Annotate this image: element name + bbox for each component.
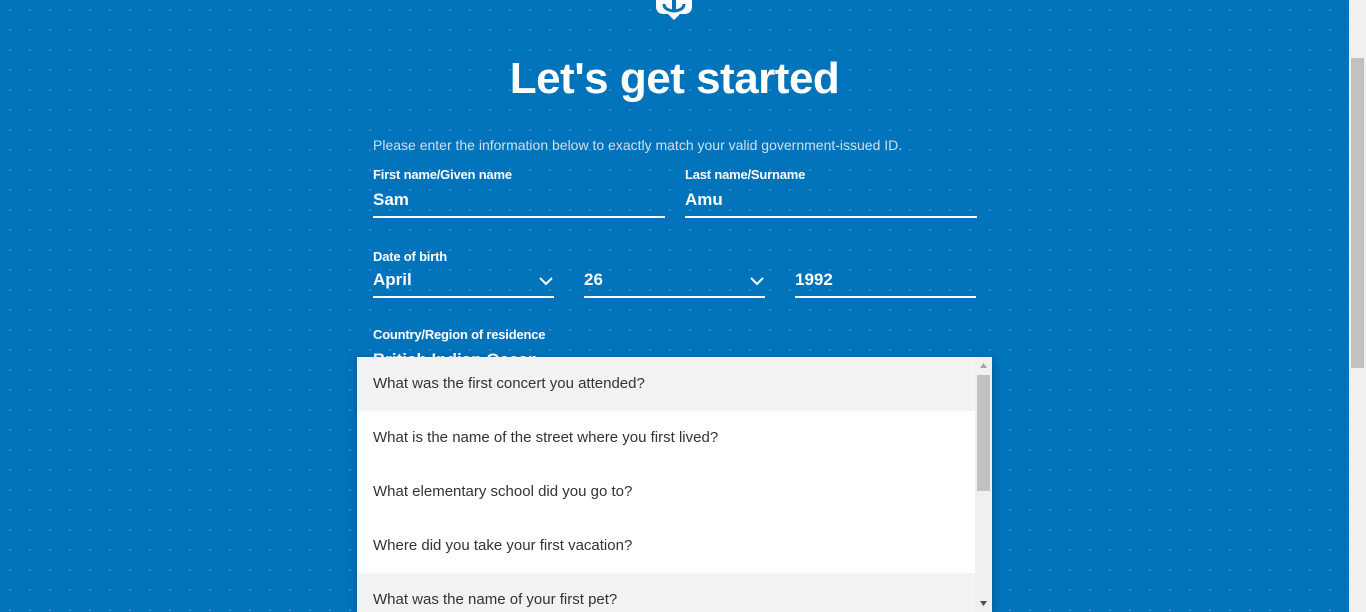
country-label: Country/Region of residence (373, 327, 546, 342)
dropdown-option[interactable]: What elementary school did you go to? (357, 465, 975, 519)
page-scrollbar[interactable] (1349, 0, 1366, 612)
birth-year-field[interactable]: 1992 (795, 267, 976, 298)
first-name-value: Sam (373, 190, 409, 209)
first-name-label: First name/Given name (373, 167, 512, 182)
birth-month-select[interactable]: April (373, 267, 554, 298)
scroll-up-arrow-icon[interactable] (975, 357, 992, 374)
birth-day-value: 26 (584, 270, 603, 289)
page-background: Let's get started Please enter the infor… (0, 0, 1349, 612)
birth-year-value: 1992 (795, 270, 833, 289)
birth-month-value: April (373, 270, 412, 289)
dropdown-option[interactable]: What is the name of the street where you… (357, 411, 975, 465)
dropdown-scrollbar[interactable] (975, 357, 992, 612)
birth-day-select[interactable]: 26 (584, 267, 765, 298)
dropdown-option[interactable]: What was the first concert you attended? (357, 357, 975, 411)
anchor-crown-logo-icon (656, 0, 692, 20)
last-name-label: Last name/Surname (685, 167, 806, 182)
chevron-down-icon (539, 277, 553, 286)
dropdown-option[interactable]: Where did you take your first vacation? (357, 519, 975, 573)
security-question-dropdown[interactable]: What was the first concert you attended?… (357, 357, 992, 612)
page-scroll-thumb[interactable] (1351, 58, 1364, 368)
scroll-down-arrow-icon[interactable] (975, 595, 992, 612)
last-name-value: Amu (685, 190, 723, 209)
dropdown-scroll-thumb[interactable] (977, 375, 990, 491)
last-name-field[interactable]: Amu (685, 187, 977, 218)
page-title: Let's get started (509, 54, 840, 103)
date-of-birth-label: Date of birth (373, 249, 447, 264)
first-name-field[interactable]: Sam (373, 187, 665, 218)
intro-text: Please enter the information below to ex… (373, 137, 903, 153)
dropdown-option[interactable]: What was the name of your first pet? (357, 573, 975, 612)
chevron-down-icon (750, 277, 764, 286)
